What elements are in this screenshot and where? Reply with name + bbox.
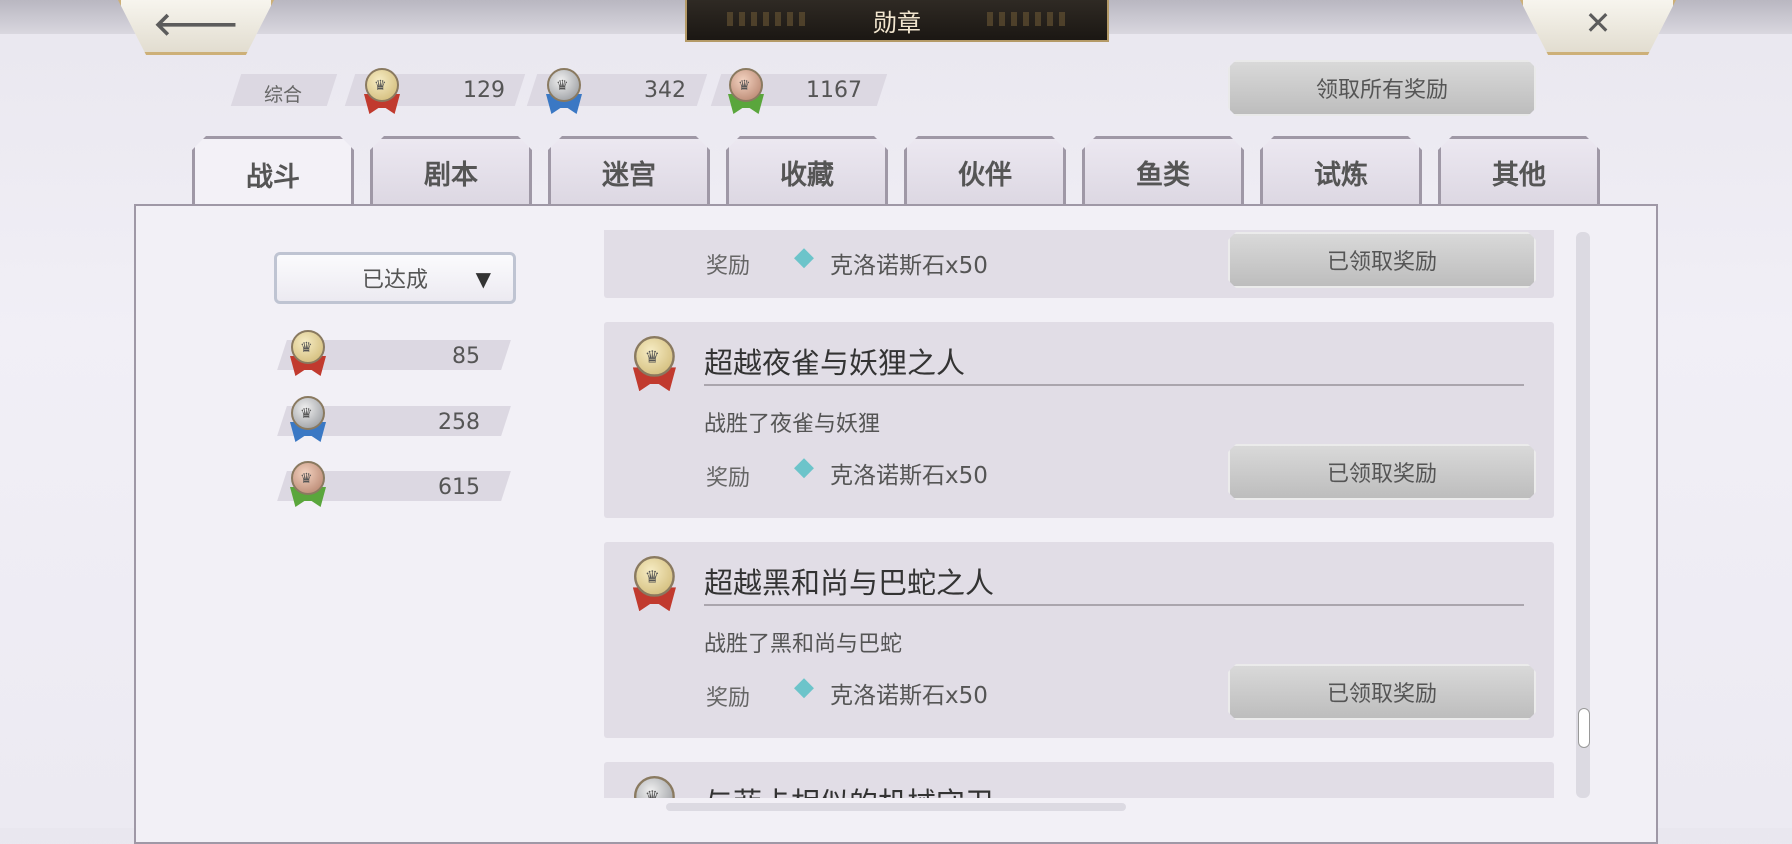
horizontal-scroll-indicator [666,803,1126,811]
reward-label: 奖励 [706,686,751,711]
achievement-card: ♛ 超越黑和尚与巴蛇之人 战胜了黑和尚与巴蛇 奖励 ◆ 克洛诺斯石x50 已领取… [604,542,1554,738]
summary-label: 综合 [264,84,303,106]
page-title-bar: 勋章 [685,0,1109,42]
silver-count: 258 [438,410,480,435]
achievement-description: 战胜了夜雀与妖狸 [704,412,881,437]
status-filter-dropdown[interactable]: 已达成 ▼ [274,252,516,304]
tab-fish[interactable]: 鱼类 [1082,136,1244,206]
achievement-description: 战胜了黑和尚与巴蛇 [704,632,903,657]
bronze-medal-icon: ♛ [286,461,330,513]
close-button[interactable]: ✕ [1520,0,1676,55]
chronos-stone-icon: ◆ [794,242,814,272]
silver-medal-icon: ♛ [628,776,681,798]
claimed-reward-button[interactable]: 已领取奖励 [1228,444,1536,500]
bronze-count-row: ♛ 615 [272,461,516,507]
title-divider [704,384,1524,386]
bronze-count: 615 [438,475,480,500]
title-ornament-right [987,12,1067,26]
filter-selected-value: 已达成 [361,268,428,293]
reward-label: 奖励 [706,466,751,491]
gold-count-row: ♛ 85 [272,330,516,376]
claim-all-rewards-button[interactable]: 领取所有奖励 [1228,60,1536,116]
achievement-card: ♛ 与菲卡相似的机械守卫 [604,762,1554,798]
title-divider [704,604,1524,606]
arrow-left-icon: 🡐 [153,4,239,43]
silver-count-row: ♛ 258 [272,396,516,442]
tab-other[interactable]: 其他 [1438,136,1600,206]
reward-label: 奖励 [706,254,751,279]
back-button[interactable]: 🡐 [118,0,274,55]
chronos-stone-icon: ◆ [794,452,814,482]
gold-medal-icon: ♛ [360,68,404,120]
gold-medal-icon: ♛ [286,330,330,382]
tab-collection[interactable]: 收藏 [726,136,888,206]
claimed-reward-button[interactable]: 已领取奖励 [1228,232,1536,288]
bronze-medal-icon: ♛ [724,68,768,120]
reward-text: 克洛诺斯石x50 [830,683,988,709]
silver-medal-icon: ♛ [542,68,586,120]
achievement-title: 与菲卡相似的机械守卫 [704,780,994,798]
tab-trials[interactable]: 试炼 [1260,136,1422,206]
chronos-stone-icon: ◆ [794,672,814,702]
tab-labyrinth[interactable]: 迷宫 [548,136,710,206]
claimed-reward-button[interactable]: 已领取奖励 [1228,664,1536,720]
gold-medal-icon: ♛ [628,556,681,618]
achievement-title: 超越黑和尚与巴蛇之人 [704,566,995,600]
achievement-card: ♛ 超越夜雀与妖狸之人 战胜了夜雀与妖狸 奖励 ◆ 克洛诺斯石x50 已领取奖励 [604,322,1554,518]
gold-total: 129 [463,78,505,103]
bronze-total: 1167 [806,78,862,103]
achievement-title: 超越夜雀与妖狸之人 [704,346,966,380]
gold-count: 85 [452,344,480,369]
reward-text: 克洛诺斯石x50 [830,253,988,279]
silver-medal-icon: ♛ [286,396,330,448]
title-ornament-left [727,12,807,26]
tab-battle[interactable]: 战斗 [192,136,354,210]
page-title: 勋章 [873,8,921,37]
close-x-icon: ✕ [1584,4,1612,42]
tab-companions[interactable]: 伙伴 [904,136,1066,206]
silver-total: 342 [644,78,686,103]
achievement-list[interactable]: 奖励 ◆ 克洛诺斯石x50 已领取奖励 ♛ 超越夜雀与妖狸之人 战胜了夜雀与妖狸… [604,230,1554,798]
reward-text: 克洛诺斯石x50 [830,463,988,489]
achievement-card: 奖励 ◆ 克洛诺斯石x50 已领取奖励 [604,230,1554,298]
scrollbar-thumb[interactable] [1578,708,1590,748]
medal-summary: 综合 ♛ 129 ♛ 342 ♛ 1167 [230,68,890,114]
tab-story[interactable]: 剧本 [370,136,532,206]
gold-medal-icon: ♛ [628,336,681,398]
chevron-down-icon: ▼ [475,267,491,291]
